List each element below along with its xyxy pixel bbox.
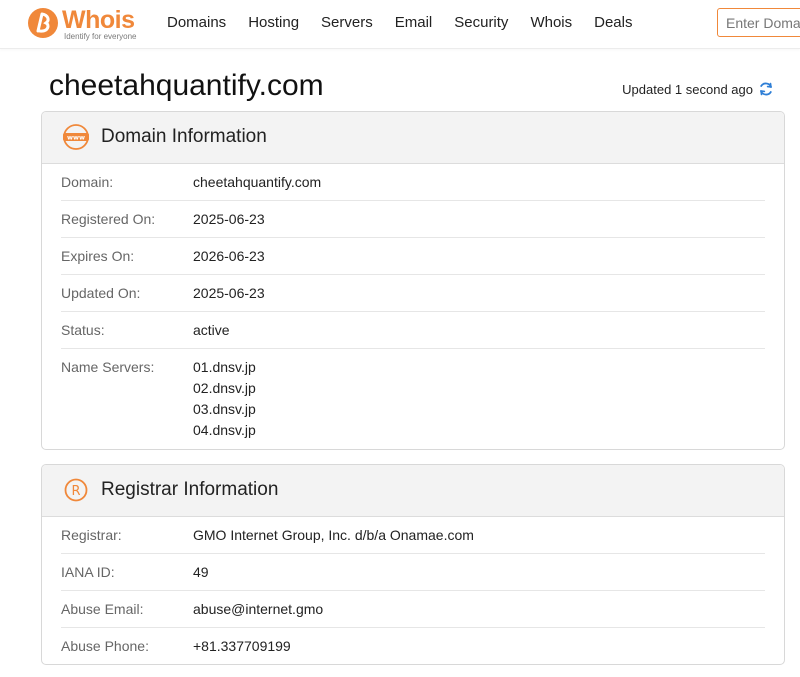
registrar-information-card: R Registrar Information Registrar: GMO I… bbox=[41, 464, 785, 665]
nav-security[interactable]: Security bbox=[454, 0, 508, 48]
nav-whois[interactable]: Whois bbox=[530, 0, 572, 48]
nav-email[interactable]: Email bbox=[395, 0, 433, 48]
row-value: 2025-06-23 bbox=[193, 285, 265, 301]
www-icon: www bbox=[63, 124, 89, 150]
table-row: Status: active bbox=[61, 312, 765, 349]
table-row-name-servers: Name Servers: 01.dnsv.jp 02.dnsv.jp 03.d… bbox=[61, 349, 765, 441]
registrar-information-rows: Registrar: GMO Internet Group, Inc. d/b/… bbox=[42, 517, 784, 664]
registrar-information-header: R Registrar Information bbox=[42, 465, 784, 517]
table-row: Registered On: 2025-06-23 bbox=[61, 201, 765, 238]
row-value: GMO Internet Group, Inc. d/b/a Onamae.co… bbox=[193, 527, 474, 543]
registered-icon: R bbox=[64, 478, 88, 502]
logo-mark-icon bbox=[28, 8, 58, 38]
nav-hosting[interactable]: Hosting bbox=[248, 0, 299, 48]
refresh-icon[interactable] bbox=[758, 81, 774, 97]
main-nav: Domains Hosting Servers Email Security W… bbox=[167, 0, 654, 48]
abuse-phone-value: +81.337709199 bbox=[193, 638, 291, 654]
row-label: Abuse Email: bbox=[61, 601, 144, 617]
row-label: Registered On: bbox=[61, 211, 156, 227]
name-server: 03.dnsv.jp bbox=[193, 401, 256, 417]
name-server-list: 01.dnsv.jp 02.dnsv.jp 03.dnsv.jp 04.dnsv… bbox=[193, 357, 256, 441]
row-label: Expires On: bbox=[61, 248, 135, 264]
registrar-information-title: Registrar Information bbox=[101, 479, 279, 500]
row-value: 49 bbox=[193, 564, 209, 580]
nav-domains[interactable]: Domains bbox=[167, 0, 226, 48]
row-label: Name Servers: bbox=[61, 359, 155, 375]
table-row: Expires On: 2026-06-23 bbox=[61, 238, 765, 275]
updated-text: Updated 1 second ago bbox=[622, 81, 753, 97]
row-label: Domain: bbox=[61, 174, 114, 190]
domain-information-rows: Domain: cheetahquantify.com Registered O… bbox=[42, 164, 784, 441]
nav-deals[interactable]: Deals bbox=[594, 0, 632, 48]
nav-servers[interactable]: Servers bbox=[321, 0, 373, 48]
row-label: Status: bbox=[61, 322, 105, 338]
abuse-email-value: abuse@internet.gmo bbox=[193, 601, 324, 617]
domain-information-title: Domain Information bbox=[101, 126, 267, 147]
row-label: Registrar: bbox=[61, 527, 122, 543]
row-label: Updated On: bbox=[61, 285, 141, 301]
row-value: active bbox=[193, 322, 230, 338]
row-label: Abuse Phone: bbox=[61, 638, 149, 654]
domain-search-input[interactable] bbox=[717, 8, 800, 37]
svg-text:www: www bbox=[67, 134, 85, 142]
page-title: cheetahquantify.com bbox=[49, 69, 324, 102]
domain-information-header: www Domain Information bbox=[42, 112, 784, 164]
table-row: Registrar: GMO Internet Group, Inc. d/b/… bbox=[61, 517, 765, 554]
row-value: 2025-06-23 bbox=[193, 211, 265, 227]
table-row: IANA ID: 49 bbox=[61, 554, 765, 591]
row-value: cheetahquantify.com bbox=[193, 174, 322, 190]
table-row: Abuse Email: abuse@internet.gmo bbox=[61, 591, 765, 628]
logo-word-prefix: Who bbox=[62, 6, 115, 34]
row-label: IANA ID: bbox=[61, 564, 115, 580]
name-server: 04.dnsv.jp bbox=[193, 422, 256, 438]
updated-status: Updated 1 second ago bbox=[622, 81, 774, 97]
whois-logo[interactable]: Whois Identify for everyone bbox=[26, 6, 144, 42]
table-row: Updated On: 2025-06-23 bbox=[61, 275, 765, 312]
domain-information-card: www Domain Information Domain: cheetahqu… bbox=[41, 111, 785, 450]
name-server: 02.dnsv.jp bbox=[193, 380, 256, 396]
logo-word-suffix: is bbox=[114, 6, 135, 34]
logo-tagline: Identify for everyone bbox=[64, 32, 137, 41]
table-row: Abuse Phone: +81.337709199 bbox=[61, 628, 765, 664]
name-server: 01.dnsv.jp bbox=[193, 359, 256, 375]
site-header: Whois Identify for everyone Domains Host… bbox=[0, 0, 800, 49]
table-row: Domain: cheetahquantify.com bbox=[61, 164, 765, 201]
row-value: 2026-06-23 bbox=[193, 248, 265, 264]
svg-text:R: R bbox=[71, 484, 80, 499]
